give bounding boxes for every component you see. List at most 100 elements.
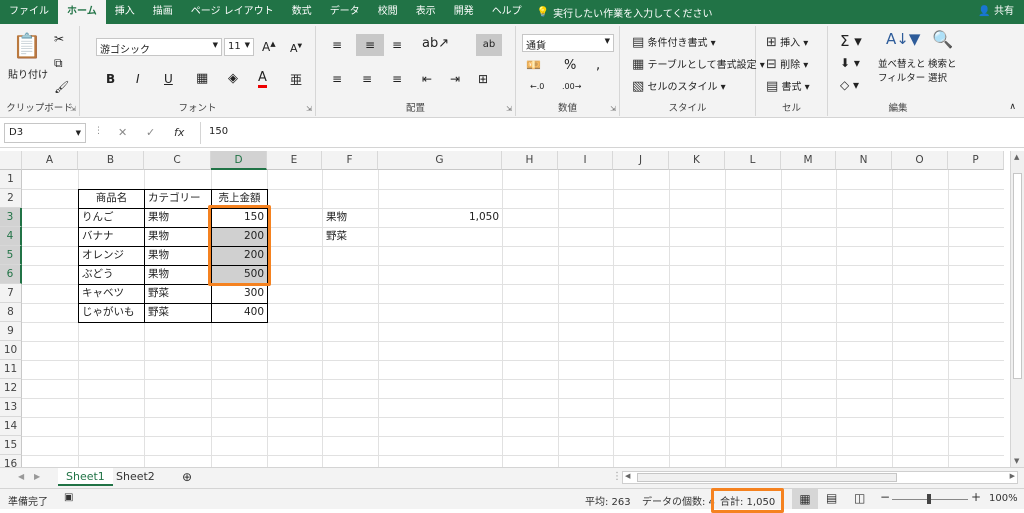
format-as-table-button[interactable]: ▦ テーブルとして書式設定 ▾ — [632, 56, 765, 72]
scroll-left-icon[interactable]: ◀ — [625, 472, 630, 480]
row-header-13[interactable]: 13 — [0, 398, 22, 417]
row-header-8[interactable]: 8 — [0, 303, 22, 322]
decrease-indent-icon[interactable]: ⇤ — [422, 72, 432, 86]
table-header-product[interactable]: 商品名 — [79, 189, 144, 208]
format-cells-button[interactable]: ▤ 書式 ▾ — [766, 78, 810, 94]
sheet-scroll-right-icon[interactable]: ▶ — [26, 468, 48, 486]
tab-developer[interactable]: 開発 — [445, 0, 483, 24]
bold-icon[interactable]: B — [106, 72, 115, 86]
col-header-d[interactable]: D — [211, 151, 267, 170]
percent-icon[interactable]: % — [564, 58, 576, 73]
sort-filter-icon[interactable]: A↓▼ — [886, 30, 920, 48]
alignment-launcher-icon[interactable]: ⇲ — [506, 105, 512, 113]
decrease-decimal-icon[interactable]: .00→ — [562, 82, 581, 91]
row-header-14[interactable]: 14 — [0, 417, 22, 436]
wrap-text-icon[interactable]: ab — [476, 34, 502, 56]
fill-color-icon[interactable]: ◈ — [228, 71, 238, 86]
fill-icon[interactable]: ⬇ ▾ — [840, 56, 860, 70]
autosum-icon[interactable]: Σ ▾ — [840, 32, 862, 50]
tell-me-box[interactable]: 💡 実行したい作業を入力してください — [537, 5, 713, 20]
page-break-view-icon[interactable]: ◫ — [854, 491, 865, 505]
table-cell[interactable]: 野菜 — [145, 284, 211, 303]
scroll-up-icon[interactable]: ▲ — [1014, 153, 1019, 161]
orientation-icon[interactable]: ab↗ — [422, 36, 449, 51]
col-header-k[interactable]: K — [669, 151, 725, 170]
cancel-icon[interactable]: ✕ — [118, 126, 127, 139]
cell-g3[interactable]: 1,050 — [379, 208, 502, 227]
hscroll-thumb[interactable] — [637, 473, 897, 482]
col-header-j[interactable]: J — [613, 151, 669, 170]
col-header-a[interactable]: A — [22, 151, 78, 170]
table-cell[interactable]: オレンジ — [79, 246, 144, 265]
number-launcher-icon[interactable]: ⇲ — [610, 105, 616, 113]
conditional-format-button[interactable]: ▤ 条件付き書式 ▾ — [632, 34, 716, 50]
normal-view-icon[interactable]: ▦ — [792, 489, 818, 509]
row-header-2[interactable]: 2 — [0, 189, 22, 208]
number-format-select[interactable]: 通貨 ▼ — [522, 34, 614, 52]
increase-indent-icon[interactable]: ⇥ — [450, 72, 460, 86]
row-header-10[interactable]: 10 — [0, 341, 22, 360]
col-header-g[interactable]: G — [378, 151, 502, 170]
table-cell[interactable]: キャベツ — [79, 284, 144, 303]
scroll-thumb[interactable] — [1013, 173, 1022, 379]
border-icon[interactable]: ▦ — [196, 71, 208, 86]
italic-icon[interactable]: I — [136, 72, 140, 86]
zoom-in-icon[interactable]: + — [971, 490, 981, 504]
row-header-16[interactable]: 16 — [0, 455, 22, 467]
align-left-icon[interactable]: ≡ — [332, 72, 342, 86]
font-name-select[interactable]: 游ゴシック ▼ — [96, 38, 222, 56]
row-header-9[interactable]: 9 — [0, 322, 22, 341]
font-size-select[interactable]: 11 ▼ — [224, 38, 254, 56]
tab-data[interactable]: データ — [321, 0, 369, 24]
find-select-button-line2[interactable]: 選択 — [928, 70, 947, 84]
table-cell[interactable]: バナナ — [79, 227, 144, 246]
clear-icon[interactable]: ◇ ▾ — [840, 78, 859, 92]
table-cell[interactable]: 300 — [212, 284, 267, 303]
tab-view[interactable]: 表示 — [407, 0, 445, 24]
enter-icon[interactable]: ✓ — [146, 126, 155, 139]
sheet-tab-sheet2[interactable]: Sheet2 — [108, 468, 163, 486]
col-header-e[interactable]: E — [267, 151, 322, 170]
clipboard-launcher-icon[interactable]: ⇲ — [70, 105, 76, 113]
row-header-3[interactable]: 3 — [0, 208, 22, 227]
align-center-icon[interactable]: ≡ — [362, 72, 372, 86]
row-header-6[interactable]: 6 — [0, 265, 22, 284]
tab-home[interactable]: ホーム — [58, 0, 106, 24]
col-header-h[interactable]: H — [502, 151, 558, 170]
find-icon[interactable]: 🔍 — [932, 30, 953, 50]
table-cell[interactable]: りんご — [79, 208, 144, 227]
font-color-icon[interactable]: A — [258, 70, 267, 88]
format-painter-icon[interactable]: 🖌 — [54, 80, 69, 94]
row-header-15[interactable]: 15 — [0, 436, 22, 455]
sheet-tab-sheet1[interactable]: Sheet1 — [58, 468, 113, 486]
row-header-11[interactable]: 11 — [0, 360, 22, 379]
table-cell[interactable]: ぶどう — [79, 265, 144, 284]
col-header-n[interactable]: N — [836, 151, 892, 170]
sort-filter-button[interactable]: 並べ替えと — [878, 56, 926, 70]
col-header-c[interactable]: C — [144, 151, 211, 170]
formula-input[interactable]: 150 — [200, 122, 1020, 144]
table-cell[interactable]: 400 — [212, 303, 267, 322]
tab-help[interactable]: ヘルプ — [483, 0, 531, 24]
sort-filter-button-line2[interactable]: フィルター — [878, 70, 925, 84]
table-cell[interactable]: 野菜 — [145, 303, 211, 322]
find-select-button[interactable]: 検索と — [928, 56, 957, 70]
col-header-p[interactable]: P — [948, 151, 1004, 170]
comma-icon[interactable]: , — [596, 58, 600, 73]
tab-review[interactable]: 校閲 — [369, 0, 407, 24]
tab-formulas[interactable]: 数式 — [283, 0, 321, 24]
vertical-scrollbar[interactable]: ▲ ▼ — [1010, 151, 1024, 467]
col-header-m[interactable]: M — [781, 151, 836, 170]
table-cell[interactable]: 果物 — [145, 208, 211, 227]
cell-styles-button[interactable]: ▧ セルのスタイル ▾ — [632, 78, 726, 94]
tab-page-layout[interactable]: ページ レイアウト — [182, 0, 283, 24]
row-header-5[interactable]: 5 — [0, 246, 22, 265]
table-cell[interactable]: 果物 — [145, 265, 211, 284]
share-button[interactable]: 👤 共有 — [978, 0, 1014, 24]
col-header-l[interactable]: L — [725, 151, 781, 170]
currency-icon[interactable]: 💴 — [526, 58, 541, 72]
scroll-down-icon[interactable]: ▼ — [1014, 457, 1019, 465]
add-sheet-icon[interactable]: ⊕ — [174, 468, 200, 486]
zoom-out-icon[interactable]: − — [880, 490, 890, 504]
increase-font-icon[interactable]: A▲ — [262, 40, 276, 54]
